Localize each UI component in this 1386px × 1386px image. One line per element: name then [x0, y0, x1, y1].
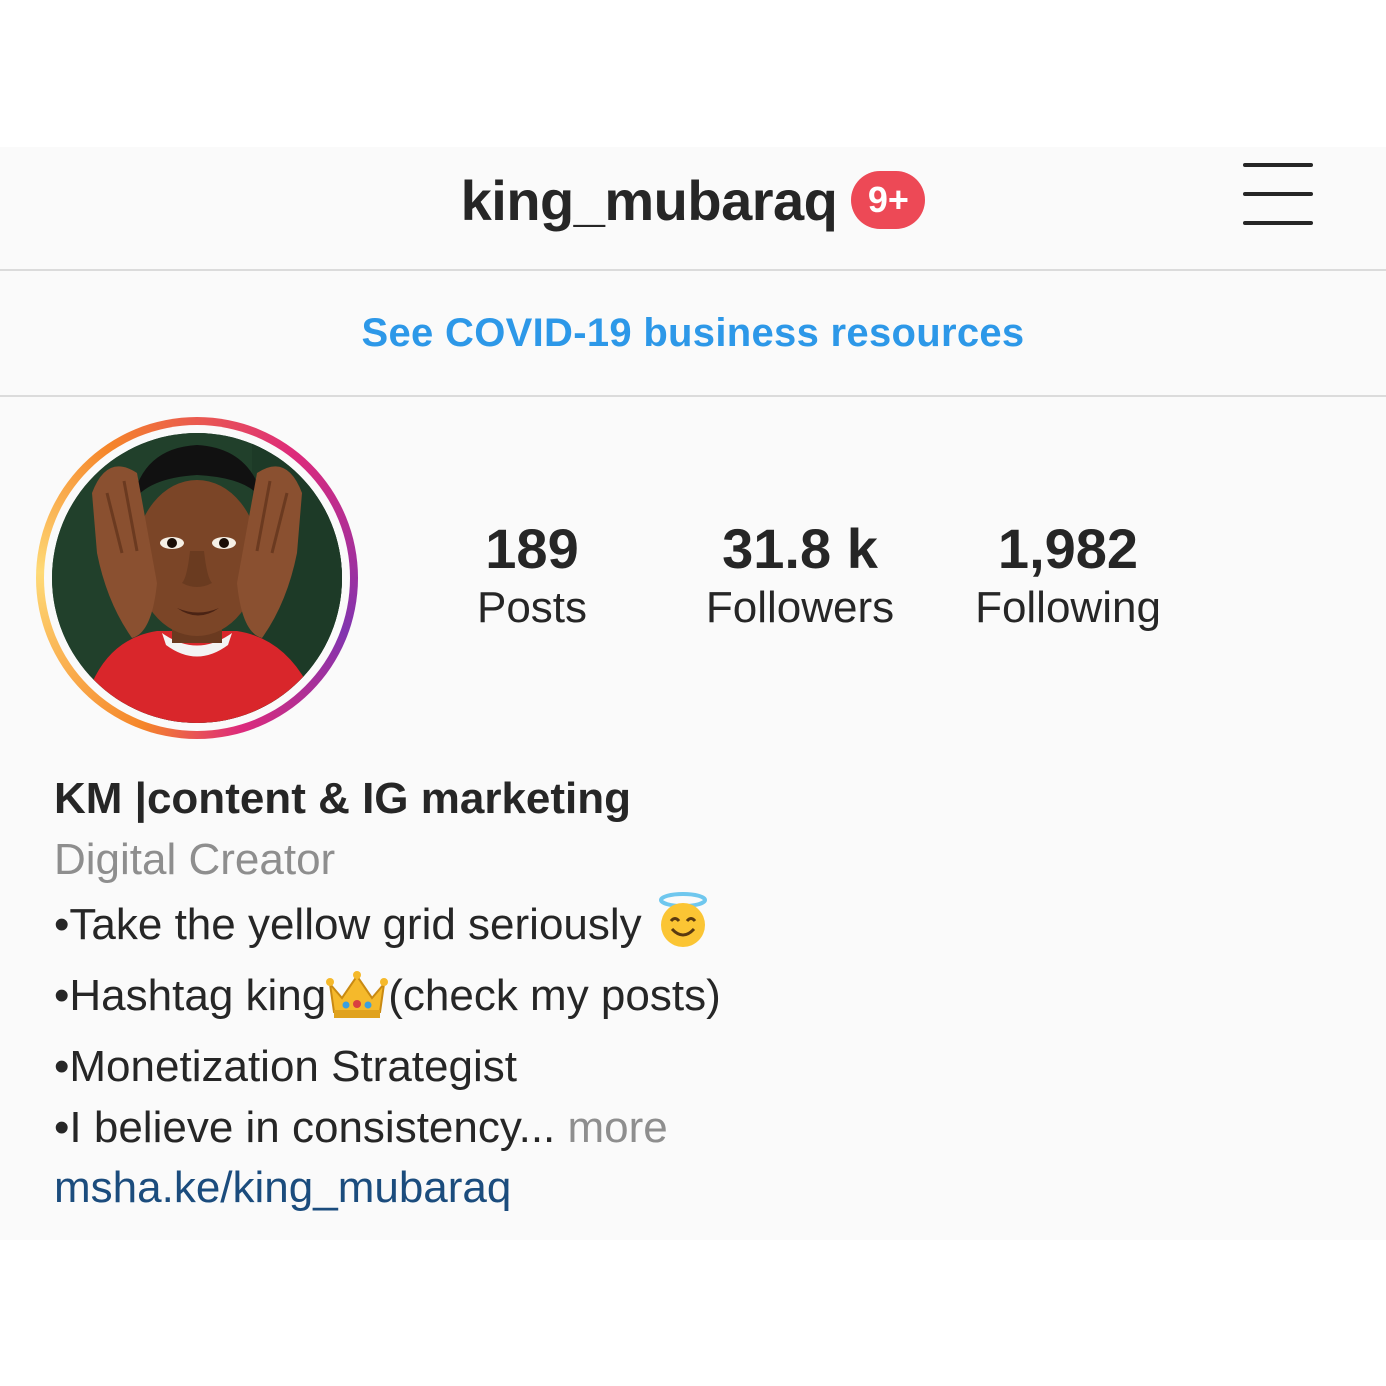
stat-following[interactable]: 1,982 Following	[950, 517, 1186, 635]
crown-icon	[326, 970, 389, 1036]
smiling-face-with-halo-icon	[654, 891, 712, 965]
covid-resources-link[interactable]: See COVID-19 business resources	[362, 311, 1025, 356]
bio-line-text: •Take the yellow grid seriously	[54, 900, 642, 949]
followers-count: 31.8 k	[722, 517, 878, 580]
bio-display-name: KM |content & IG marketing	[54, 774, 632, 823]
posts-label: Posts	[476, 583, 588, 632]
bio-line-text: •Monetization Strategist	[54, 1042, 517, 1091]
followers-label: Followers	[705, 583, 895, 632]
bio-more-button[interactable]: more	[555, 1103, 668, 1152]
top-navigation-bar: king_mubaraq 9+	[0, 147, 1386, 271]
stat-followers[interactable]: 31.8 k Followers	[680, 517, 920, 635]
following-count: 1,982	[997, 517, 1139, 580]
bio-line-text: •I believe in consistency...	[54, 1103, 556, 1152]
following-label: Following	[975, 583, 1161, 632]
profile-username[interactable]: king_mubaraq	[461, 168, 838, 233]
bio-line: •Take the yellow grid seriously	[54, 891, 1334, 965]
stat-posts[interactable]: 189 Posts	[442, 517, 622, 635]
bio-line: •Hashtag king (check my posts)	[54, 965, 1334, 1036]
hamburger-menu-icon[interactable]	[1243, 163, 1313, 225]
bio-category: Digital Creator	[54, 835, 336, 884]
bio-line: •I believe in consistency... more	[54, 1097, 1334, 1158]
account-switcher[interactable]: king_mubaraq 9+	[0, 165, 1386, 235]
posts-count: 189	[485, 517, 579, 580]
notification-badge: 9+	[851, 171, 926, 229]
bio-line-text: (check my posts)	[388, 971, 721, 1020]
bio-website-link[interactable]: msha.ke/king_mubaraq	[54, 1158, 1334, 1218]
profile-bio: KM |content & IG marketing Digital Creat…	[54, 769, 1334, 1218]
profile-screen: king_mubaraq 9+ See COVID-19 business re…	[0, 147, 1386, 1240]
bio-line: •Monetization Strategist	[54, 1036, 1334, 1097]
profile-stats: 189 Posts 31.8 k Followers 1,982 Followi…	[0, 517, 1386, 647]
bio-line-text: •Hashtag king	[54, 971, 327, 1020]
covid-resources-banner: See COVID-19 business resources	[0, 271, 1386, 397]
